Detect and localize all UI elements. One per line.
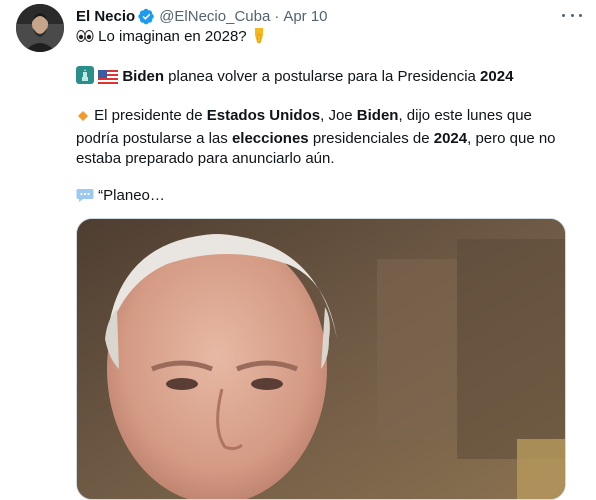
- author-name[interactable]: El Necio: [76, 8, 135, 25]
- tweet-header: El Necio @ElNecio_Cuba · Apr 10: [76, 6, 580, 26]
- tweet-photo[interactable]: [76, 218, 566, 500]
- speech-bubble-emoji: [76, 187, 94, 209]
- verified-badge-icon[interactable]: [138, 8, 155, 25]
- photo-image: [77, 219, 565, 499]
- avatar-image: [16, 4, 64, 52]
- tweet-quote: “Planeo…: [76, 186, 576, 209]
- tweet-body: El presidente de Estados Unidos, Joe Bid…: [76, 106, 576, 169]
- body-bold-4: 2024: [433, 130, 468, 147]
- us-flag-emoji: [98, 70, 119, 90]
- separator-dot: ·: [274, 7, 280, 25]
- body-bold-1: Estados Unidos: [206, 107, 321, 124]
- headline-name: Biden: [122, 68, 165, 85]
- more-options-icon[interactable]: [562, 7, 582, 23]
- body-text-2: , Joe: [320, 107, 357, 124]
- body-text-1: El presidente de: [94, 107, 207, 124]
- headline-year: 2024: [480, 68, 514, 85]
- eyes-emoji: [76, 28, 94, 50]
- body-bold-3: elecciones: [231, 130, 309, 147]
- tweet-headline: Biden planea volver a postularse para la…: [76, 66, 576, 90]
- headline-text: planea volver a postularse para la Presi…: [164, 68, 481, 85]
- tweet-intro: Lo imaginan en 2028?: [76, 26, 576, 50]
- intro-text: Lo imaginan en 2028?: [98, 28, 247, 45]
- tweet-date[interactable]: Apr 10: [283, 8, 327, 25]
- quote-text: “Planeo…: [98, 187, 165, 204]
- avatar[interactable]: [16, 4, 64, 52]
- orange-diamond-emoji: [76, 109, 90, 129]
- point-down-emoji: [251, 26, 267, 50]
- statue-of-liberty-emoji: [76, 66, 94, 90]
- author-handle[interactable]: @ElNecio_Cuba: [159, 8, 270, 25]
- body-text-4: presidenciales de: [308, 130, 434, 147]
- body-bold-2: Biden: [356, 107, 399, 124]
